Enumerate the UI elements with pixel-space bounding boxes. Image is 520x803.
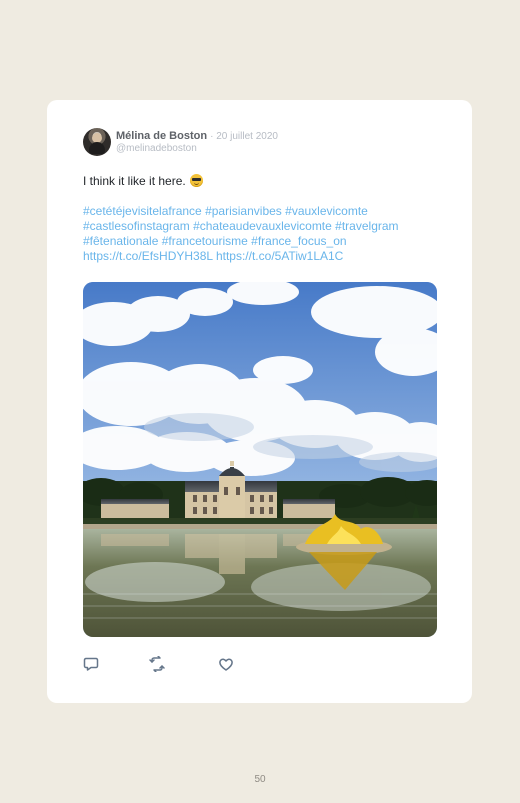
hashtags-and-links: #cetétéjevisitelafrance #parisianvibes #…: [83, 204, 443, 264]
hashtag-france-focus-on[interactable]: #france_focus_on: [251, 234, 346, 248]
hashtag-vauxlevicomte[interactable]: #vauxlevicomte: [285, 204, 368, 218]
smiling-face-with-sunglasses-icon: [189, 174, 203, 187]
tweet-card: Mélina de Boston · 20 juillet 2020 @meli…: [47, 100, 472, 703]
tweet-text: I think it like it here.: [83, 174, 443, 189]
author-name[interactable]: Mélina de Boston: [116, 130, 207, 142]
hashtag-chateaudevauxlevicomte[interactable]: #chateaudevauxlevicomte: [193, 219, 332, 233]
reply-button[interactable]: [83, 656, 99, 672]
hashtag-parisianvibes[interactable]: #parisianvibes: [205, 204, 282, 218]
author-handle[interactable]: @melinadeboston: [116, 143, 197, 155]
like-button[interactable]: [218, 656, 234, 672]
author-row: Mélina de Boston · 20 juillet 2020: [116, 130, 278, 143]
chateau-vaux-le-vicomte-photo-icon: [83, 282, 437, 637]
hashtag-fetenationale[interactable]: #fêtenationale: [83, 234, 158, 248]
tweet-actions: [83, 656, 253, 674]
tweet-photo[interactable]: [83, 282, 437, 637]
heart-icon: [219, 658, 233, 671]
retweet-button[interactable]: [149, 656, 165, 672]
tweet-header: Mélina de Boston · 20 juillet 2020 @meli…: [83, 128, 443, 158]
hashtag-cetetejevisitelafrance[interactable]: #cetétéjevisitelafrance: [83, 204, 202, 218]
reply-icon: [83, 657, 99, 671]
hashtag-castlesofinstagram[interactable]: #castlesofinstagram: [83, 219, 190, 233]
tweet-link-1[interactable]: https://t.co/EfsHDYH38L: [83, 249, 213, 263]
page-number: 50: [254, 774, 266, 785]
tweet-link-2[interactable]: https://t.co/5ATiw1LA1C: [216, 249, 343, 263]
tweet-body: I think it like it here.: [83, 174, 186, 188]
hashtag-travelgram[interactable]: #travelgram: [335, 219, 398, 233]
avatar[interactable]: [83, 128, 111, 156]
tweet-date[interactable]: · 20 juillet 2020: [210, 131, 278, 142]
hashtag-francetourisme[interactable]: #francetourisme: [162, 234, 248, 248]
retweet-icon: [149, 656, 165, 672]
